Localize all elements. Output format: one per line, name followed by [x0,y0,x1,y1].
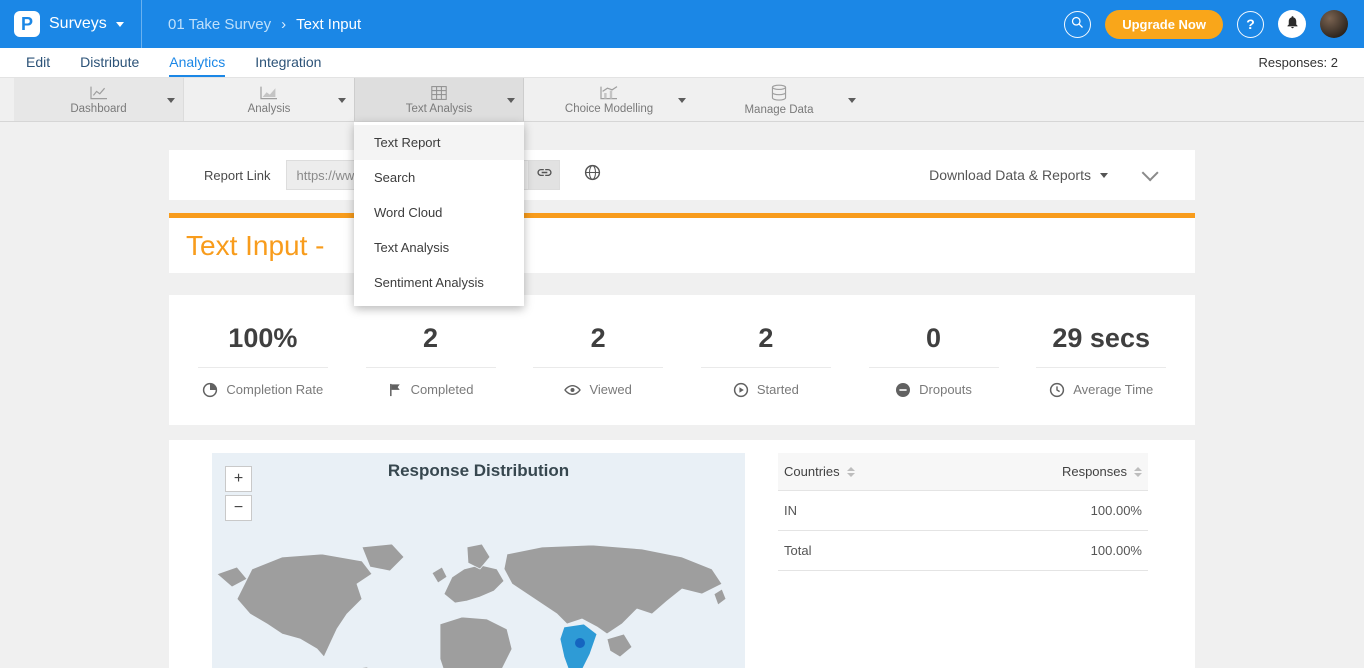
sort-icon [847,467,855,477]
user-avatar[interactable] [1320,10,1348,38]
chevron-down-icon [507,98,515,103]
countries-table: Countries Responses IN 100.00% Total 100… [778,453,1148,668]
stat-completed: 2 Completed [347,323,515,398]
country-cell: Total [784,543,811,558]
stat-started: 2 Started [682,323,850,398]
report-link-bar: Report Link Download Data & Reports [169,150,1195,200]
zoom-out-button[interactable]: − [225,495,252,521]
world-map-graphic [212,539,745,668]
nav-item-distribute[interactable]: Distribute [80,48,139,77]
stat-dropouts: 0 Dropouts [850,323,1018,398]
table-row: IN 100.00% [778,491,1148,531]
tab-dashboard[interactable]: Dashboard [14,78,184,121]
bell-icon [1285,14,1300,35]
zoom-in-button[interactable]: + [225,466,252,492]
countries-table-header: Countries Responses [778,453,1148,491]
product-name: Surveys [49,15,107,33]
gauge-icon [202,382,218,398]
world-map[interactable]: Response Distribution + − [212,453,745,668]
chevron-down-icon [167,98,175,103]
collapse-panel-chevron-icon[interactable] [1142,164,1159,181]
responses-count: Responses: 2 [1259,55,1339,70]
breadcrumb-current: Text Input [296,16,361,33]
menu-item-text-analysis[interactable]: Text Analysis [354,230,524,265]
search-button[interactable] [1064,11,1091,38]
map-zoom-controls: + − [225,466,252,521]
link-icon [536,164,553,186]
chevron-down-icon [678,98,686,103]
menu-item-text-report[interactable]: Text Report [354,125,524,160]
tab-analysis[interactable]: Analysis [184,78,354,121]
tab-choice-modelling[interactable]: Choice Modelling [524,78,694,121]
combo-chart-icon [599,85,619,101]
sort-icon [1134,467,1142,477]
download-data-reports-dropdown[interactable]: Download Data & Reports [929,167,1108,183]
top-bar: P Surveys 01 Take Survey › Text Input Up… [0,0,1364,48]
table-icon [429,85,449,101]
clock-icon [1049,382,1065,398]
tab-manage-data[interactable]: Manage Data [694,78,864,121]
menu-item-search[interactable]: Search [354,160,524,195]
stat-average-time: 29 secs Average Time [1017,323,1185,398]
menu-item-sentiment-analysis[interactable]: Sentiment Analysis [354,265,524,300]
map-title: Response Distribution [212,461,745,481]
page-title: Text Input - [186,230,325,262]
main-content: Report Link Download Data & Reports Text… [0,150,1364,668]
menu-item-word-cloud[interactable]: Word Cloud [354,195,524,230]
responses-cell: 100.00% [1091,543,1142,558]
nav-item-integration[interactable]: Integration [255,48,321,77]
database-icon [769,84,789,102]
text-analysis-menu: Text Report Search Word Cloud Text Analy… [354,122,524,306]
report-link-label: Report Link [204,168,270,183]
notifications-button[interactable] [1278,10,1306,38]
responses-column-header[interactable]: Responses [1062,464,1142,479]
area-chart-icon [259,85,279,101]
line-chart-icon [89,85,109,101]
play-icon [733,382,749,398]
breadcrumb-separator: › [281,16,286,33]
question-title-card: Text Input - [169,218,1195,273]
chevron-down-icon [338,98,346,103]
help-button[interactable]: ? [1237,11,1264,38]
eye-icon [564,383,581,397]
minus-icon [895,382,911,398]
nav-item-analytics[interactable]: Analytics [169,48,225,77]
table-row: Total 100.00% [778,531,1148,571]
countries-column-header[interactable]: Countries [784,464,855,479]
nav-item-edit[interactable]: Edit [26,48,50,77]
flag-icon [388,382,403,398]
stat-viewed: 2 Viewed [514,323,682,397]
chevron-down-icon [848,98,856,103]
stat-completion-rate: 100% Completion Rate [179,323,347,398]
upgrade-now-button[interactable]: Upgrade Now [1105,10,1223,39]
stats-summary: 100% Completion Rate 2 Completed 2 [169,295,1195,425]
breadcrumb-survey-link[interactable]: 01 Take Survey [168,16,271,33]
copy-link-button[interactable] [528,160,560,190]
public-report-button[interactable] [584,164,601,186]
topbar-actions: Upgrade Now ? [1064,10,1364,39]
highlighted-country-in [560,624,597,668]
chevron-down-icon [1100,173,1108,178]
survey-nav: Edit Distribute Analytics Integration Re… [0,48,1364,77]
breadcrumb: 01 Take Survey › Text Input [142,16,361,33]
app-logo: P [14,11,40,37]
search-icon [1070,15,1085,33]
globe-icon [584,164,601,186]
tab-text-analysis[interactable]: Text Analysis [354,78,524,121]
chevron-down-icon [116,22,124,27]
analytics-toolbar: Dashboard Analysis Text Analysis Choice … [0,77,1364,122]
country-cell: IN [784,503,797,518]
response-distribution-section: Response Distribution + − [169,440,1195,668]
product-switcher[interactable]: P Surveys [0,0,142,48]
responses-cell: 100.00% [1091,503,1142,518]
